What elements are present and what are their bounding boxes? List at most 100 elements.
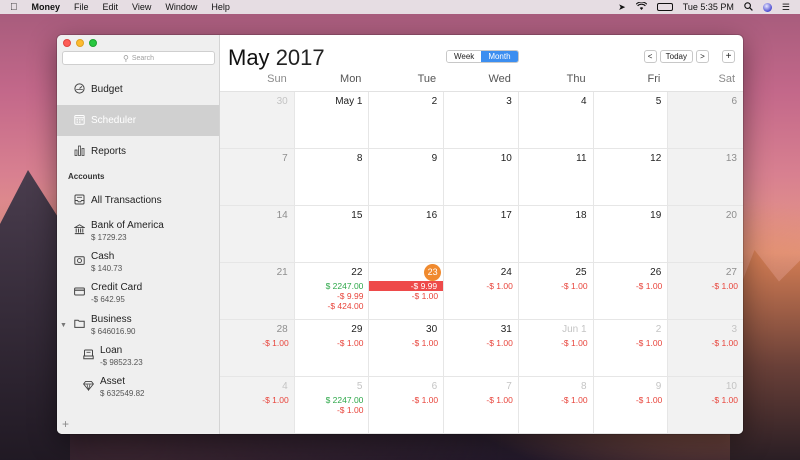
day-cell[interactable]: 27 -$ 1.00 bbox=[668, 263, 743, 320]
day-cell[interactable]: 23 -$ 9.99 -$ 1.00 bbox=[369, 263, 445, 320]
search-field[interactable]: ⚲ Search bbox=[62, 51, 215, 65]
day-cell[interactable]: 24 -$ 1.00 bbox=[444, 263, 519, 320]
day-cell[interactable]: 5 bbox=[593, 92, 669, 149]
day-cell[interactable]: 2 -$ 1.00 bbox=[593, 320, 669, 377]
menu-window[interactable]: Window bbox=[165, 2, 197, 12]
scheduled-transaction[interactable]: -$ 1.00 bbox=[594, 281, 662, 291]
sidebar-item-scheduler[interactable]: Scheduler bbox=[57, 105, 219, 136]
day-cell[interactable]: 26 -$ 1.00 bbox=[593, 263, 669, 320]
day-cell[interactable]: 9 -$ 1.00 bbox=[593, 377, 669, 434]
scheduled-transaction[interactable]: -$ 1.00 bbox=[444, 338, 512, 348]
day-cell[interactable]: 14 bbox=[220, 206, 295, 263]
minimize-button[interactable] bbox=[76, 39, 84, 47]
scheduled-transaction[interactable]: -$ 1.00 bbox=[369, 338, 438, 348]
day-cell[interactable]: 30 -$ 1.00 bbox=[369, 320, 445, 377]
day-cell[interactable]: 13 bbox=[668, 149, 743, 206]
scheduled-transaction[interactable]: -$ 1.00 bbox=[444, 281, 512, 291]
day-cell[interactable]: 3 bbox=[444, 92, 519, 149]
scheduled-transaction[interactable]: -$ 1.00 bbox=[668, 338, 738, 348]
scheduled-transaction[interactable]: -$ 1.00 bbox=[295, 405, 363, 415]
zoom-button[interactable] bbox=[89, 39, 97, 47]
scheduled-transaction[interactable]: -$ 1.00 bbox=[519, 395, 587, 405]
day-cell[interactable]: 8 bbox=[294, 149, 370, 206]
scheduled-transaction[interactable]: -$ 1.00 bbox=[668, 281, 738, 291]
day-cell[interactable]: 10 bbox=[444, 149, 519, 206]
day-cell[interactable]: 7 bbox=[220, 149, 295, 206]
scheduled-transaction[interactable]: -$ 1.00 bbox=[220, 395, 288, 405]
siri-icon[interactable] bbox=[762, 2, 772, 12]
day-cell[interactable]: 15 bbox=[294, 206, 370, 263]
wifi-icon[interactable] bbox=[635, 1, 647, 12]
day-cell[interactable]: 22 $ 2247.00 -$ 9.99 -$ 424.00 bbox=[294, 263, 370, 320]
day-cell[interactable]: 25 -$ 1.00 bbox=[518, 263, 594, 320]
add-transaction-button[interactable]: + bbox=[722, 50, 735, 63]
day-cell[interactable]: 28 -$ 1.00 bbox=[220, 320, 295, 377]
day-cell[interactable]: 2 bbox=[369, 92, 445, 149]
menu-edit[interactable]: Edit bbox=[103, 2, 119, 12]
scheduled-transaction[interactable]: -$ 1.00 bbox=[668, 395, 738, 405]
notification-center-icon[interactable]: ☰ bbox=[782, 2, 790, 12]
day-cell[interactable]: 16 bbox=[369, 206, 445, 263]
location-arrow-icon[interactable]: ➤ bbox=[618, 2, 626, 12]
account-cash[interactable]: Cash $ 140.73 bbox=[57, 251, 219, 274]
account-loan[interactable]: Loan -$ 98523.23 bbox=[57, 345, 219, 368]
battery-icon[interactable] bbox=[656, 3, 673, 11]
day-cell[interactable]: 30 bbox=[220, 92, 295, 149]
day-cell[interactable]: Jun 1 -$ 1.00 bbox=[518, 320, 594, 377]
scheduled-transaction[interactable]: -$ 1.00 bbox=[594, 395, 662, 405]
previous-month-button[interactable]: < bbox=[643, 50, 657, 63]
scheduled-transaction[interactable]: -$ 1.00 bbox=[444, 395, 512, 405]
scheduled-transaction[interactable]: $ 2247.00 bbox=[295, 395, 364, 405]
day-cell[interactable]: 4 bbox=[518, 92, 594, 149]
menu-file[interactable]: File bbox=[74, 2, 89, 12]
week-view-button[interactable]: Week bbox=[447, 51, 482, 62]
account-credit-card[interactable]: Credit Card -$ 642.95 bbox=[57, 282, 219, 305]
day-cell[interactable]: 20 bbox=[668, 206, 743, 263]
day-cell[interactable]: 7 -$ 1.00 bbox=[444, 377, 519, 434]
sidebar-item-reports[interactable]: Reports bbox=[57, 136, 219, 167]
add-account-button[interactable]: + bbox=[62, 417, 69, 431]
scheduled-transaction[interactable]: -$ 1.00 bbox=[369, 395, 438, 405]
sidebar-item-all-transactions[interactable]: All Transactions bbox=[57, 193, 219, 209]
day-cell[interactable]: 11 bbox=[518, 149, 594, 206]
day-cell[interactable]: 31 -$ 1.00 bbox=[444, 320, 519, 377]
menu-clock[interactable]: Tue 5:35 PM bbox=[683, 2, 734, 12]
scheduled-transaction[interactable]: -$ 1.00 bbox=[519, 338, 587, 348]
day-cell[interactable]: 18 bbox=[518, 206, 594, 263]
day-cell[interactable]: 17 bbox=[444, 206, 519, 263]
account-group-business[interactable]: Business $ 646016.90 bbox=[57, 314, 219, 337]
month-view-button[interactable]: Month bbox=[481, 51, 518, 62]
day-cell[interactable]: 12 bbox=[593, 149, 669, 206]
day-cell[interactable]: 19 bbox=[593, 206, 669, 263]
day-cell[interactable]: 21 bbox=[220, 263, 295, 320]
scheduled-transaction[interactable]: -$ 1.00 bbox=[295, 338, 363, 348]
account-asset[interactable]: Asset $ 632549.82 bbox=[57, 376, 219, 399]
menu-app-name[interactable]: Money bbox=[32, 2, 61, 12]
day-cell[interactable]: 6 -$ 1.00 bbox=[369, 377, 445, 434]
scheduled-transaction[interactable]: -$ 1.00 bbox=[369, 291, 443, 301]
day-cell[interactable]: 8 -$ 1.00 bbox=[518, 377, 594, 434]
next-month-button[interactable]: > bbox=[696, 50, 709, 63]
menu-view[interactable]: View bbox=[132, 2, 151, 12]
scheduled-transaction[interactable]: -$ 1.00 bbox=[519, 281, 587, 291]
day-cell[interactable]: 10 -$ 1.00 bbox=[668, 377, 743, 434]
spotlight-search-icon[interactable] bbox=[744, 1, 753, 13]
day-cell[interactable]: 9 bbox=[369, 149, 445, 206]
day-cell[interactable]: 3 -$ 1.00 bbox=[668, 320, 743, 377]
scheduled-transaction[interactable]: -$ 424.00 bbox=[295, 301, 364, 311]
day-cell[interactable]: 29 -$ 1.00 bbox=[294, 320, 370, 377]
scheduled-transaction[interactable]: -$ 1.00 bbox=[594, 338, 662, 348]
scheduled-transaction[interactable]: $ 2247.00 bbox=[295, 281, 364, 291]
scheduled-transaction[interactable]: -$ 1.00 bbox=[220, 338, 288, 348]
scheduled-transaction[interactable]: -$ 9.99 bbox=[369, 281, 444, 291]
day-cell[interactable]: 4 -$ 1.00 bbox=[220, 377, 295, 434]
day-cell[interactable]: May 1 bbox=[294, 92, 370, 149]
scheduled-transaction[interactable]: -$ 9.99 bbox=[295, 291, 363, 301]
day-cell[interactable]: 5 $ 2247.00 -$ 1.00 bbox=[294, 377, 370, 434]
sidebar-item-budget[interactable]: Budget bbox=[57, 74, 219, 105]
account-bank-of-america[interactable]: Bank of America $ 1729.23 bbox=[57, 220, 219, 243]
menu-help[interactable]: Help bbox=[211, 2, 230, 12]
day-cell[interactable]: 6 bbox=[668, 92, 743, 149]
close-button[interactable] bbox=[63, 39, 71, 47]
apple-menu-icon[interactable]:  bbox=[10, 2, 18, 13]
